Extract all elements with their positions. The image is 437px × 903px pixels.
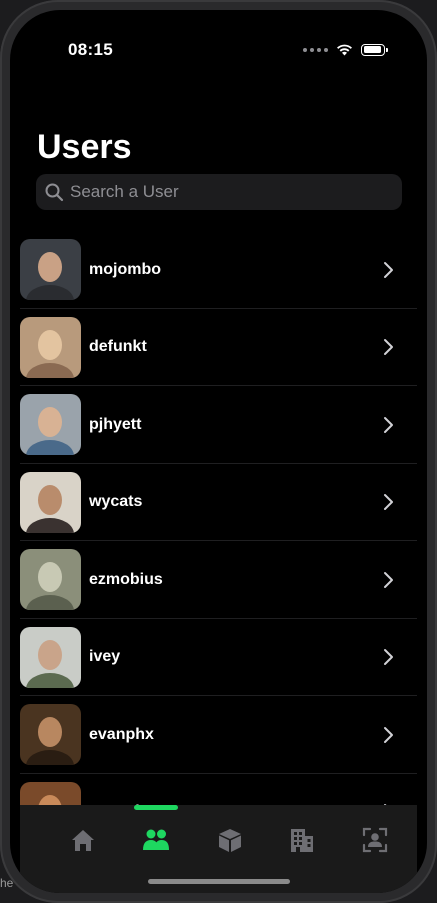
search-icon xyxy=(45,183,64,202)
user-row[interactable]: evanphx xyxy=(20,696,417,774)
tab-repos[interactable] xyxy=(210,823,250,857)
tab-home[interactable] xyxy=(63,823,103,857)
avatar xyxy=(20,239,81,301)
avatar xyxy=(20,316,81,378)
search-input[interactable] xyxy=(68,181,402,203)
user-row[interactable]: ezmobius xyxy=(20,541,417,619)
box-icon xyxy=(219,829,241,852)
user-row[interactable]: defunkt xyxy=(20,309,417,387)
active-tab-indicator xyxy=(134,805,178,810)
person-scan-icon xyxy=(362,827,388,853)
signal-icon xyxy=(303,47,328,52)
avatar xyxy=(20,704,81,766)
user-row[interactable]: mojombo xyxy=(20,231,417,309)
chevron-right-icon xyxy=(384,339,393,356)
avatar xyxy=(20,394,81,456)
user-row[interactable]: wycats xyxy=(20,464,417,542)
chevron-right-icon xyxy=(384,571,393,588)
tab-users[interactable] xyxy=(136,823,176,857)
username: evanphx xyxy=(89,725,154,743)
avatar xyxy=(20,549,81,611)
background-text: he xyxy=(0,876,14,890)
username: wycats xyxy=(89,493,143,511)
page-title: Users xyxy=(37,128,132,166)
chevron-right-icon xyxy=(384,416,393,433)
chevron-right-icon xyxy=(384,649,393,666)
avatar xyxy=(20,626,81,688)
status-icons xyxy=(303,43,388,56)
user-row[interactable]: ivey xyxy=(20,619,417,697)
people-icon xyxy=(143,829,169,850)
avatar xyxy=(20,471,81,533)
tab-profile[interactable] xyxy=(355,823,395,857)
house-icon xyxy=(72,830,94,851)
search-bar[interactable] xyxy=(36,174,402,210)
username: mojombo xyxy=(89,260,161,278)
chevron-right-icon xyxy=(384,494,393,511)
app-screen: 08:15 Users mojombo defunkt pjhyett wycats e… xyxy=(10,10,427,893)
user-list: mojombo defunkt pjhyett wycats ezmobius ivey e… xyxy=(20,231,417,851)
username: pjhyett xyxy=(89,415,142,433)
home-indicator xyxy=(148,879,290,884)
battery-icon xyxy=(361,43,388,56)
username: ivey xyxy=(89,648,121,666)
building-icon xyxy=(291,829,313,852)
wifi-icon xyxy=(337,44,352,56)
username: defunkt xyxy=(89,338,147,356)
chevron-right-icon xyxy=(384,726,393,743)
chevron-right-icon xyxy=(384,261,393,278)
tab-organizations[interactable] xyxy=(282,823,322,857)
status-time: 08:15 xyxy=(68,40,113,59)
user-row[interactable]: pjhyett xyxy=(20,386,417,464)
username: ezmobius xyxy=(89,570,163,588)
